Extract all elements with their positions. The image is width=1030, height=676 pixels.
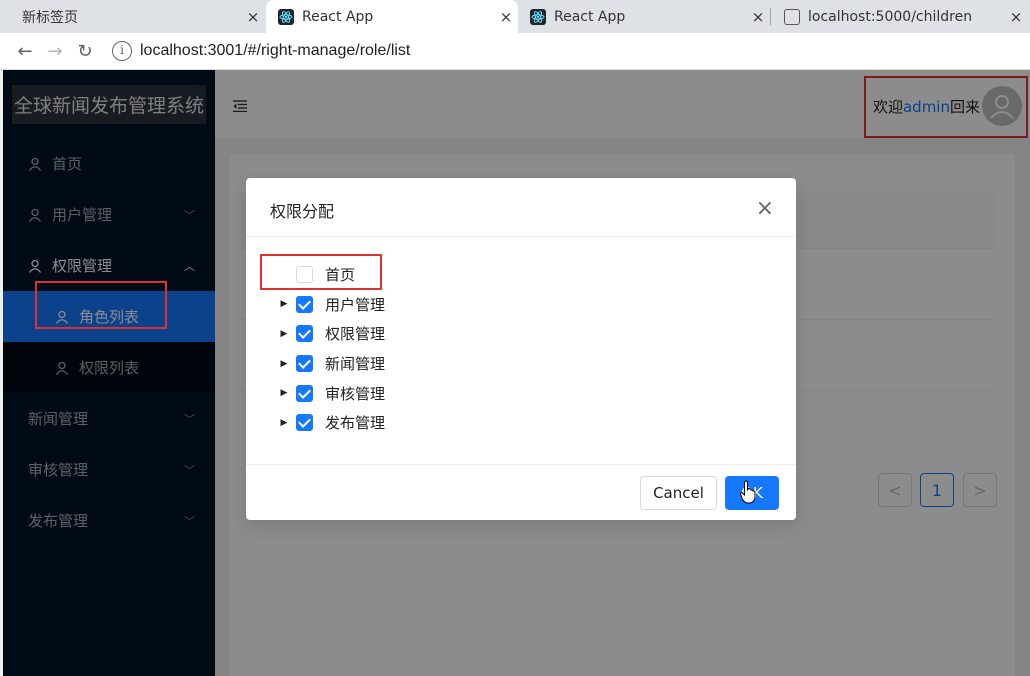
browser-tab-strip: 新标签页 × React App × React App × localhost… — [0, 0, 1030, 33]
tab-close-icon[interactable]: × — [494, 8, 518, 26]
tree-node-audit-management[interactable]: ▶ 审核管理 — [276, 378, 385, 408]
tree-node-label: 发布管理 — [325, 414, 386, 433]
tab-label: localhost:5000/children — [808, 8, 973, 25]
tab-separator — [770, 8, 771, 25]
tree-node-permission-management[interactable]: ▶ 权限管理 — [276, 319, 385, 349]
hand-cursor-icon — [740, 480, 756, 504]
tab-close-icon[interactable]: × — [1004, 8, 1028, 26]
page-favicon-icon — [784, 8, 800, 25]
close-icon[interactable]: × — [756, 196, 774, 221]
react-favicon-icon — [278, 8, 294, 25]
tree-node-label: 审核管理 — [325, 384, 386, 403]
tree-node-label: 用户管理 — [325, 295, 386, 314]
permission-assign-modal: 权限分配 × 首页 ▶ 用户管理 ▶ 权限管理 ▶ 新闻管理 ▶ 审核管理 ▶ … — [246, 178, 796, 520]
tree-node-news-management[interactable]: ▶ 新闻管理 — [276, 349, 385, 379]
tab-label: React App — [302, 8, 374, 25]
forward-arrow-icon[interactable]: → — [40, 41, 70, 62]
browser-tab-localhost-children[interactable]: localhost:5000/children × — [772, 0, 1028, 33]
caret-right-icon[interactable]: ▶ — [276, 388, 292, 398]
browser-address-bar: ← → ↻ i localhost:3001/#/right-manage/ro… — [0, 33, 1030, 70]
browser-tab-react-app[interactable]: React App × — [518, 0, 770, 33]
tree-checkbox[interactable] — [296, 295, 313, 313]
tree-checkbox[interactable] — [296, 355, 313, 373]
tab-close-icon[interactable]: × — [746, 8, 770, 26]
react-favicon-icon — [530, 8, 546, 25]
tree-node-publish-management[interactable]: ▶ 发布管理 — [276, 408, 385, 438]
tree-checkbox[interactable] — [296, 325, 313, 343]
back-arrow-icon[interactable]: ← — [10, 41, 40, 62]
modal-header-divider — [246, 236, 796, 237]
caret-right-icon[interactable]: ▶ — [276, 329, 292, 339]
modal-footer-divider — [246, 464, 796, 465]
url-field[interactable]: localhost:3001/#/right-manage/role/list — [140, 42, 410, 60]
tree-node-user-management[interactable]: ▶ 用户管理 — [276, 290, 385, 320]
modal-title: 权限分配 — [270, 202, 335, 221]
tab-label: 新标签页 — [22, 9, 78, 26]
highlight-box-home-node — [260, 254, 382, 290]
browser-tab-new-tab[interactable]: 新标签页 × — [0, 0, 265, 33]
reload-icon[interactable]: ↻ — [70, 41, 100, 62]
tab-label: React App — [554, 8, 626, 25]
tab-close-icon[interactable]: × — [241, 8, 265, 26]
tree-node-label: 新闻管理 — [325, 355, 386, 374]
browser-tab-react-app-active[interactable]: React App × — [266, 0, 518, 33]
caret-right-icon[interactable]: ▶ — [276, 418, 292, 428]
tree-node-label: 权限管理 — [325, 325, 386, 344]
tree-checkbox[interactable] — [296, 414, 313, 432]
cancel-button[interactable]: Cancel — [640, 476, 717, 510]
tree-checkbox[interactable] — [296, 384, 313, 402]
highlight-box-role-list — [35, 281, 167, 329]
site-info-icon[interactable]: i — [112, 41, 132, 61]
caret-right-icon[interactable]: ▶ — [276, 299, 292, 309]
caret-right-icon[interactable]: ▶ — [276, 359, 292, 369]
